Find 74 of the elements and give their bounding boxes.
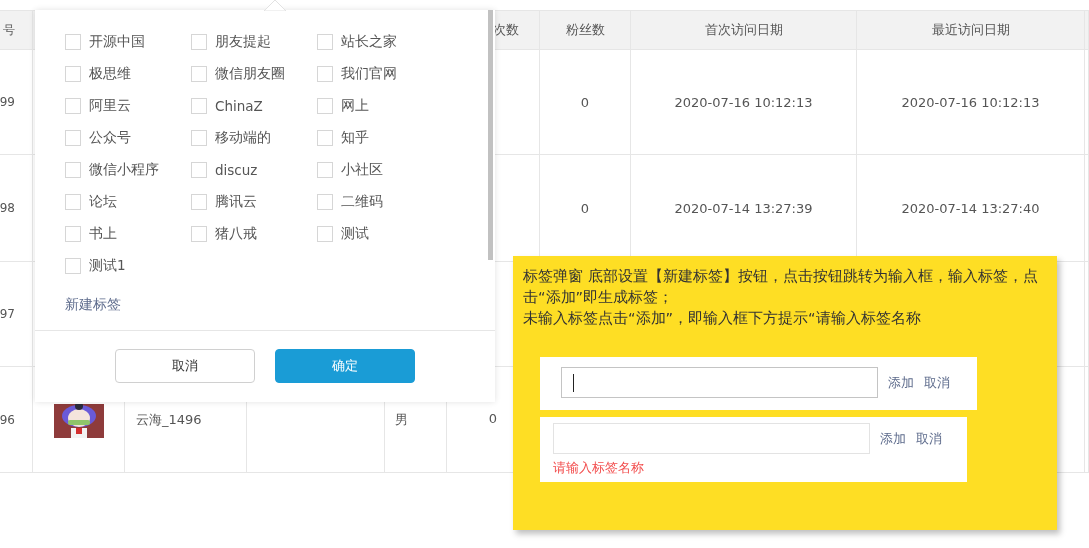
table-cell: 2020-07-14 13:27:40 — [901, 200, 1040, 216]
checkbox[interactable] — [191, 130, 207, 146]
checkbox[interactable] — [65, 130, 81, 146]
checkbox[interactable] — [65, 66, 81, 82]
error-message: 请输入标签名称 — [553, 459, 645, 477]
tag-label: 腾讯云 — [215, 193, 257, 211]
table-cell: 2020-07-16 10:12:13 — [674, 94, 813, 110]
checkbox[interactable] — [317, 194, 333, 210]
input-field[interactable] — [553, 423, 870, 454]
checkbox[interactable] — [191, 162, 207, 178]
tag-label: discuz — [215, 162, 258, 178]
checkbox[interactable] — [191, 66, 207, 82]
tag-label: 我们官网 — [341, 65, 397, 83]
tag-label: 网上 — [341, 97, 369, 115]
tag-label: 阿里云 — [89, 97, 131, 115]
column-header: 首次访问日期 — [704, 21, 783, 39]
tag-label: 移动端的 — [215, 129, 271, 147]
checkbox[interactable] — [317, 130, 333, 146]
tag-label: 二维码 — [341, 193, 383, 211]
new-tag-link[interactable]: 新建标签 — [65, 296, 121, 314]
table-cell: 96 — [0, 412, 15, 427]
table-cell: 0 — [580, 200, 590, 216]
action-link[interactable]: 取消 — [924, 373, 950, 392]
action-link[interactable]: 添加 — [880, 429, 906, 448]
table-cell: 2020-07-14 13:27:39 — [674, 200, 813, 216]
tag-label: 小社区 — [341, 161, 383, 179]
column-header: 最近访问日期 — [931, 21, 1010, 39]
table-cell: 0 — [488, 411, 498, 426]
table-cell: 2020-07-16 10:12:13 — [901, 94, 1040, 110]
tag-label: 论坛 — [89, 193, 117, 211]
note-text: 标签弹窗 底部设置【新建标签】按钮，点击按钮跳转为输入框，输入标签，点击“添加”即生成标签； — [523, 267, 1038, 307]
table-cell: 男 — [395, 411, 408, 429]
tag-label: 知乎 — [341, 129, 369, 147]
checkbox[interactable] — [65, 194, 81, 210]
checkbox[interactable] — [65, 98, 81, 114]
checkbox[interactable] — [65, 34, 81, 50]
action-link[interactable]: 添加 — [888, 373, 914, 392]
tag-label: 公众号 — [89, 129, 131, 147]
note-text: 未输入标签点击“添加”，即输入框下方提示“请输入标签名称 — [523, 309, 922, 328]
tag-label: 测试1 — [89, 257, 126, 275]
table-cell: 98 — [0, 201, 15, 215]
tag-label: 站长之家 — [341, 33, 397, 51]
tag-label: ChinaZ — [215, 98, 263, 114]
tag-label: 极思维 — [89, 65, 131, 83]
tag-label: 微信朋友圈 — [215, 65, 285, 83]
table-cell: 97 — [0, 307, 15, 321]
checkbox[interactable] — [191, 194, 207, 210]
checkbox[interactable] — [65, 162, 81, 178]
action-link[interactable]: 取消 — [916, 429, 942, 448]
table-cell: 云海_1496 — [136, 411, 202, 429]
checkbox[interactable] — [191, 226, 207, 242]
table-cell: 99 — [0, 95, 15, 109]
checkbox[interactable] — [317, 66, 333, 82]
tag-label: 微信小程序 — [89, 161, 159, 179]
checkbox[interactable] — [65, 258, 81, 274]
checkbox[interactable] — [65, 226, 81, 242]
tag-label: 猪八戒 — [215, 225, 257, 243]
tag-label: 测试 — [341, 225, 369, 243]
checkbox[interactable] — [317, 226, 333, 242]
input-field[interactable] — [561, 367, 878, 398]
scrollbar[interactable] — [488, 10, 493, 260]
table-cell: 0 — [580, 94, 590, 110]
column-header: 号 — [3, 21, 15, 39]
checkbox[interactable] — [191, 34, 207, 50]
column-header: 粉丝数 — [565, 21, 605, 39]
checkbox[interactable] — [317, 162, 333, 178]
confirm-button[interactable]: 确定 — [275, 349, 415, 383]
tag-label: 朋友提起 — [215, 33, 271, 51]
checkbox[interactable] — [317, 34, 333, 50]
checkbox[interactable] — [191, 98, 207, 114]
cancel-button[interactable]: 取消 — [115, 349, 255, 383]
tag-label: 书上 — [89, 225, 117, 243]
checkbox[interactable] — [317, 98, 333, 114]
tag-label: 开源中国 — [89, 33, 145, 51]
